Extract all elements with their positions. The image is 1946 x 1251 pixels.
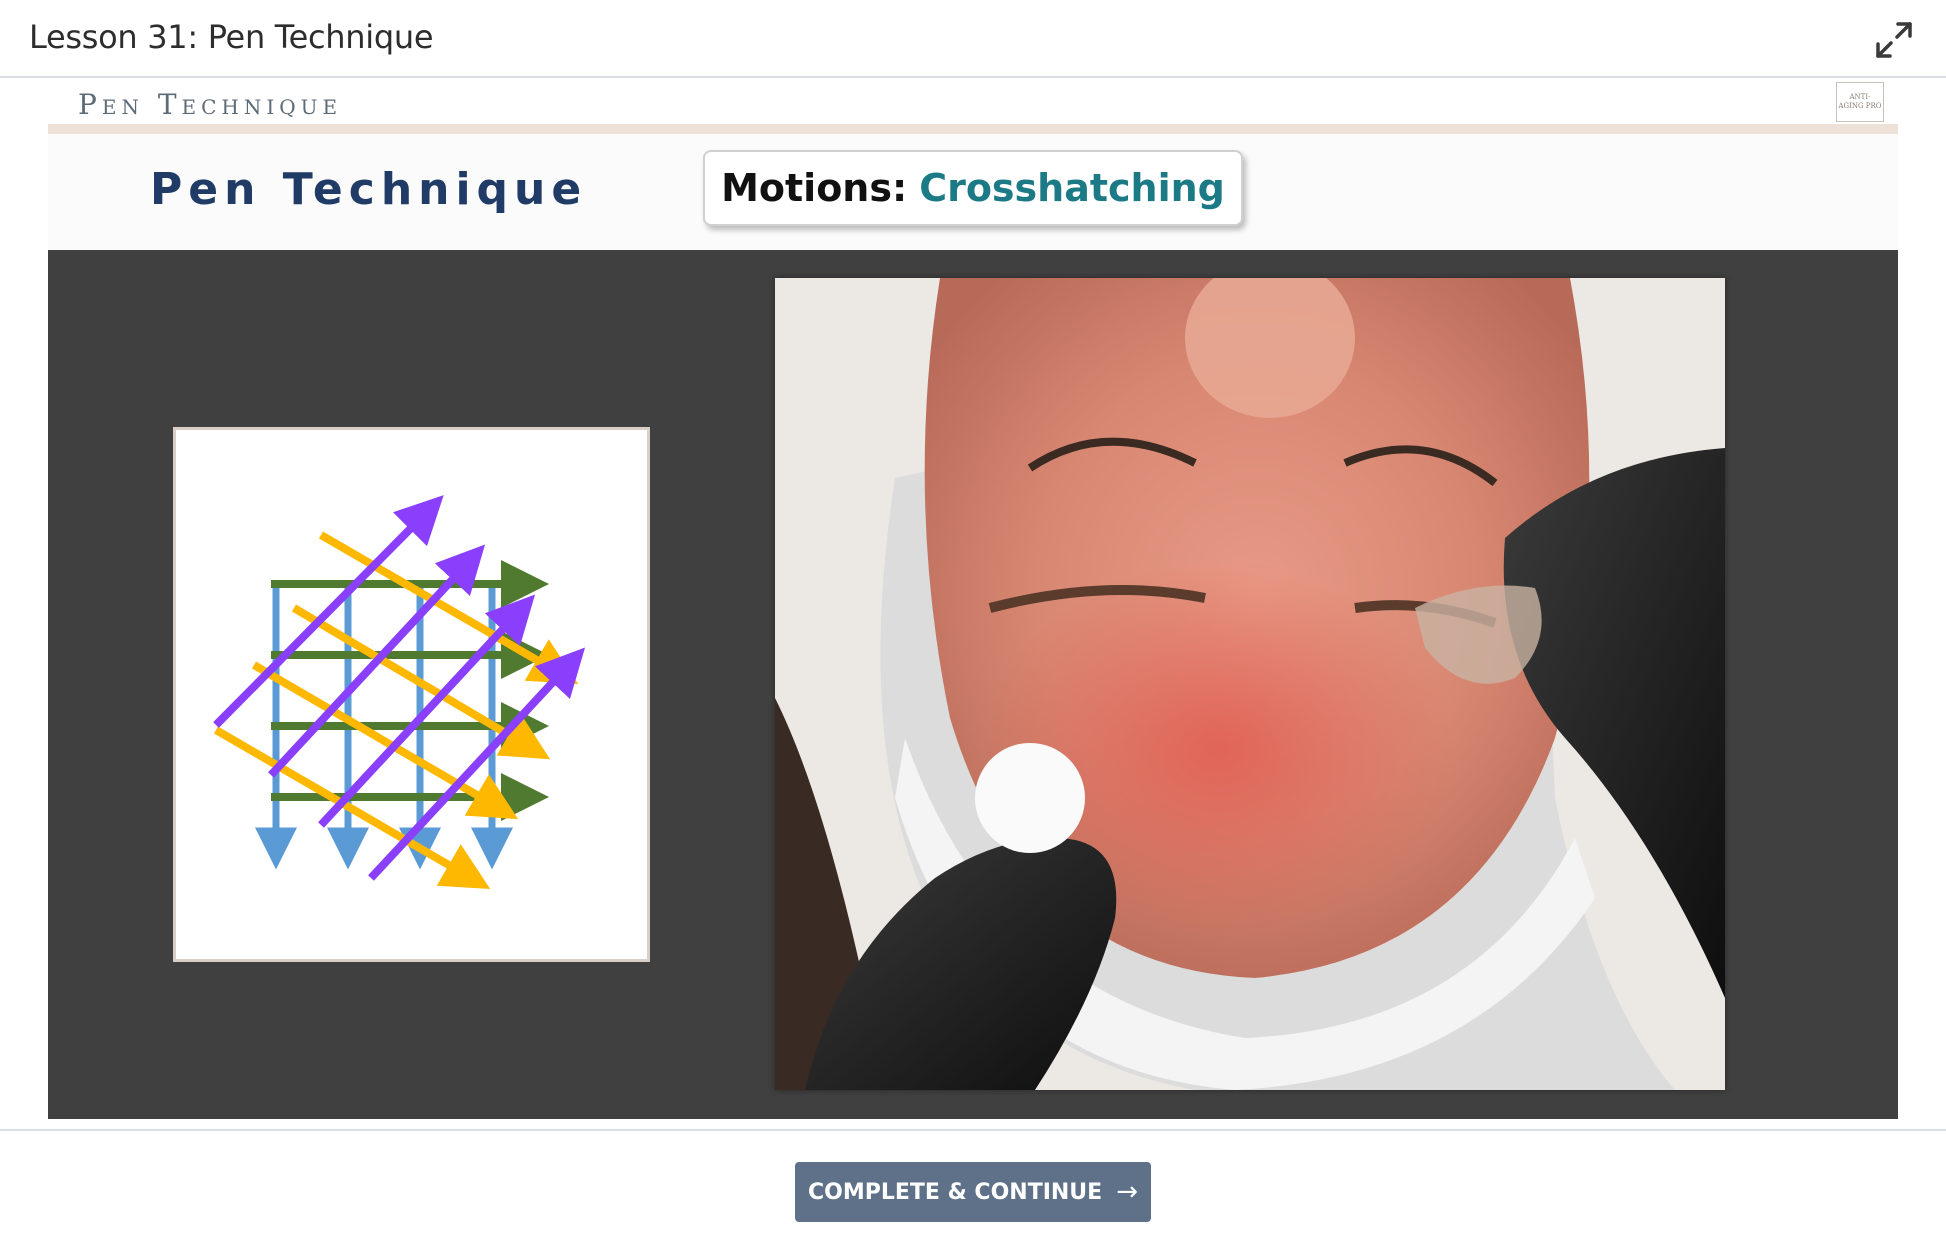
logo-text: ANTI-AGING PRO	[1838, 93, 1882, 110]
expand-icon[interactable]	[1872, 18, 1916, 62]
diagonal-up-arrow	[368, 647, 586, 881]
brand-logo: ANTI-AGING PRO	[1836, 82, 1884, 122]
lesson-slide: Pen Technique ANTI-AGING PRO Pen Techniq…	[48, 80, 1898, 1120]
arrow-right-icon: →	[1116, 1177, 1138, 1207]
motions-value: Crosshatching	[919, 166, 1225, 210]
lesson-header-bar: Lesson 31: Pen Technique	[0, 0, 1946, 78]
motions-label-box: Motions: Crosshatching	[703, 150, 1243, 226]
motions-label: Motions:	[721, 166, 908, 210]
content-panel	[48, 250, 1898, 1119]
cta-label: COMPLETE & CONTINUE	[807, 1179, 1103, 1205]
crosshatch-diagram	[173, 427, 650, 962]
header-divider	[48, 124, 1898, 134]
footer-divider	[0, 1129, 1946, 1131]
diagonal-up-arrow	[268, 544, 486, 778]
diagonal-up-arrow	[213, 495, 444, 728]
slide-section-title: Pen Technique	[78, 88, 343, 121]
lesson-title: Lesson 31: Pen Technique	[29, 18, 434, 56]
complete-continue-button[interactable]: COMPLETE & CONTINUE →	[795, 1162, 1151, 1222]
diagonal-down-arrow	[318, 531, 579, 685]
slide-main-title: Pen Technique	[150, 164, 588, 215]
gauze-pad	[975, 743, 1085, 853]
treatment-photo	[775, 278, 1725, 1090]
